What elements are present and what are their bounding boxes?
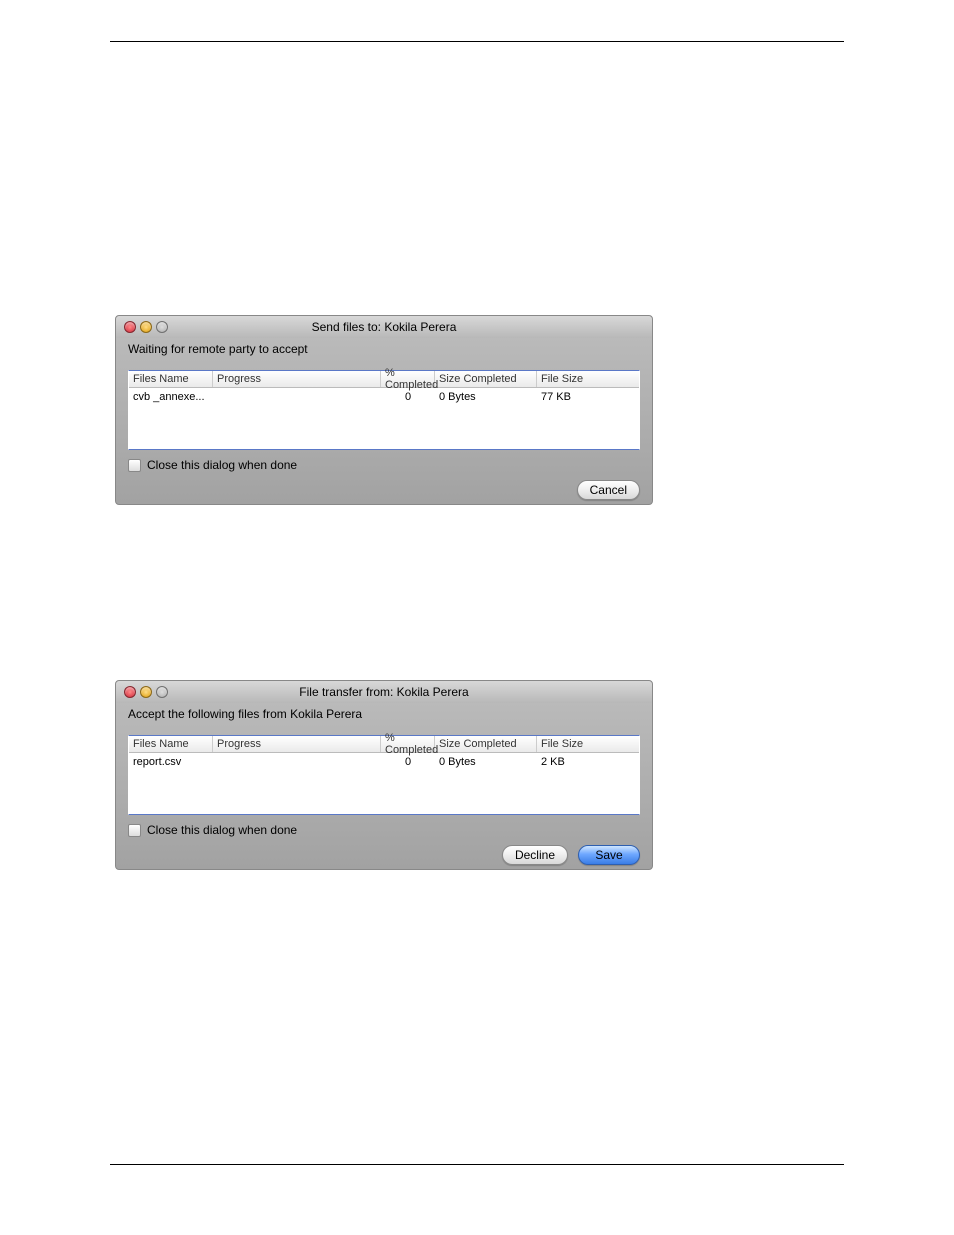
- titlebar[interactable]: File transfer from: Kokila Perera: [116, 681, 652, 703]
- cell-pct: 0: [381, 389, 435, 405]
- file-table: Files Name Progress % Completed Size Com…: [128, 735, 640, 815]
- table-row[interactable]: report.csv 0 0 Bytes 2 KB: [129, 753, 639, 770]
- col-pct-completed[interactable]: % Completed: [381, 371, 435, 387]
- send-files-dialog: Send files to: Kokila Perera Waiting for…: [115, 315, 653, 505]
- button-row: Cancel: [116, 480, 652, 512]
- table-row[interactable]: cvb _annexe... 0 0 Bytes 77 KB: [129, 388, 639, 405]
- window-title: Send files to: Kokila Perera: [116, 320, 652, 334]
- minimize-icon[interactable]: [140, 686, 152, 698]
- table-header: Files Name Progress % Completed Size Com…: [129, 736, 639, 753]
- col-file-size[interactable]: File Size: [537, 736, 633, 752]
- window-title: File transfer from: Kokila Perera: [116, 685, 652, 699]
- col-files-name[interactable]: Files Name: [129, 736, 213, 752]
- cancel-button[interactable]: Cancel: [577, 480, 640, 500]
- close-icon[interactable]: [124, 321, 136, 333]
- zoom-icon: [156, 321, 168, 333]
- col-progress[interactable]: Progress: [213, 371, 381, 387]
- col-pct-completed[interactable]: % Completed: [381, 736, 435, 752]
- cell-file-size: 77 KB: [537, 389, 633, 405]
- status-text: Waiting for remote party to accept: [116, 338, 652, 364]
- cell-progress: [213, 395, 381, 399]
- cell-file-size: 2 KB: [537, 754, 633, 770]
- cell-size-completed: 0 Bytes: [435, 389, 537, 405]
- status-text: Accept the following files from Kokila P…: [116, 703, 652, 729]
- col-size-completed[interactable]: Size Completed: [435, 371, 537, 387]
- checkbox-label: Close this dialog when done: [147, 823, 297, 837]
- checkbox-icon[interactable]: [128, 459, 141, 472]
- file-table: Files Name Progress % Completed Size Com…: [128, 370, 640, 450]
- close-when-done-row[interactable]: Close this dialog when done: [116, 821, 652, 845]
- col-files-name[interactable]: Files Name: [129, 371, 213, 387]
- col-file-size[interactable]: File Size: [537, 371, 633, 387]
- checkbox-label: Close this dialog when done: [147, 458, 297, 472]
- checkbox-icon[interactable]: [128, 824, 141, 837]
- cell-pct: 0: [381, 754, 435, 770]
- table-header: Files Name Progress % Completed Size Com…: [129, 371, 639, 388]
- cell-size-completed: 0 Bytes: [435, 754, 537, 770]
- col-progress[interactable]: Progress: [213, 736, 381, 752]
- minimize-icon[interactable]: [140, 321, 152, 333]
- col-size-completed[interactable]: Size Completed: [435, 736, 537, 752]
- titlebar[interactable]: Send files to: Kokila Perera: [116, 316, 652, 338]
- traffic-lights: [124, 686, 168, 698]
- close-when-done-row[interactable]: Close this dialog when done: [116, 456, 652, 480]
- close-icon[interactable]: [124, 686, 136, 698]
- cell-progress: [213, 760, 381, 764]
- page-bottom-rule: [110, 1164, 844, 1165]
- save-button[interactable]: Save: [578, 845, 640, 865]
- receive-files-dialog: File transfer from: Kokila Perera Accept…: [115, 680, 653, 870]
- cell-file-name: cvb _annexe...: [129, 389, 213, 405]
- decline-button[interactable]: Decline: [502, 845, 568, 865]
- cell-file-name: report.csv: [129, 754, 213, 770]
- button-row: Decline Save: [116, 845, 652, 877]
- traffic-lights: [124, 321, 168, 333]
- page-top-rule: [110, 41, 844, 42]
- zoom-icon: [156, 686, 168, 698]
